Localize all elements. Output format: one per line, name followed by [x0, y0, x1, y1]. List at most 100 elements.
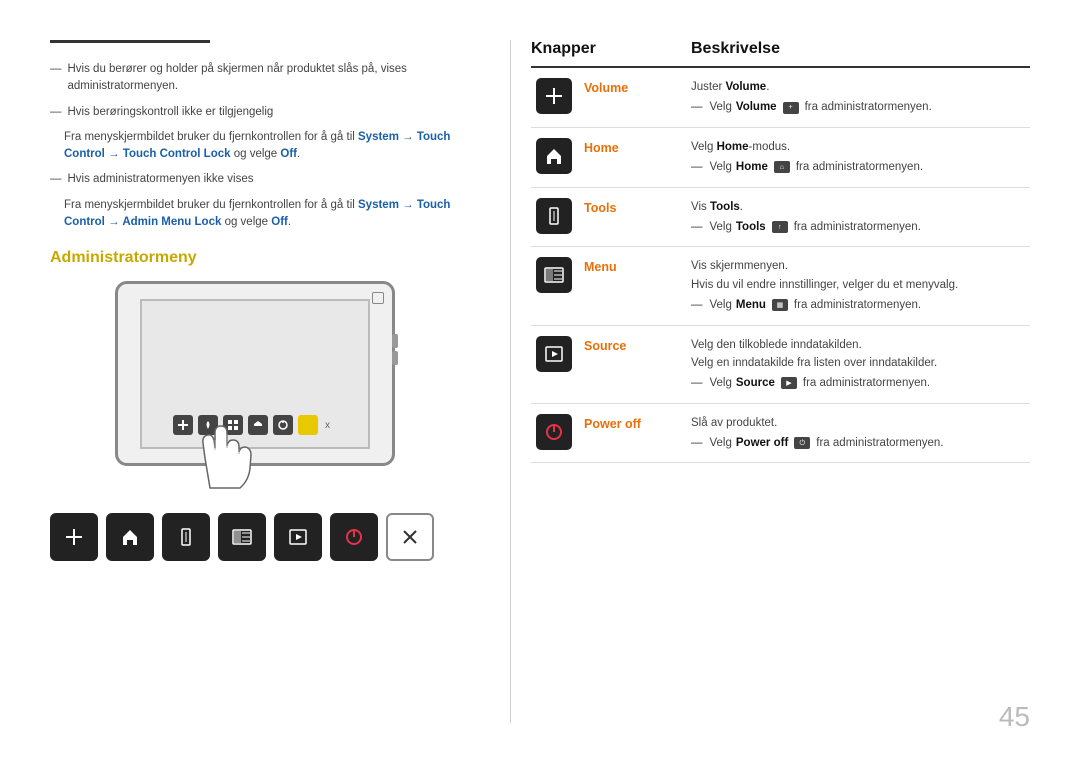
row-desc-tools: Vis Tools. — Velg Tools ↑ fra administra… — [691, 198, 1030, 237]
tools-bold-2: Tools — [736, 218, 766, 236]
menu-desc-sub: — Velg Menu ▦ fra administratormenyen. — [691, 296, 1030, 314]
menu-sub-dash: — — [691, 296, 703, 314]
row-icon-col-volume — [531, 78, 576, 114]
home-mini-icon: ⌂ — [774, 161, 790, 173]
bullet-dash-2: — — [50, 104, 62, 121]
home-label: Home — [584, 141, 619, 155]
bullet-text-3: Hvis administratormenyen ikke vises — [68, 171, 481, 188]
row-icon-col-home — [531, 138, 576, 174]
bar-btn-volume — [50, 513, 98, 561]
table-row-home: Home Velg Home-modus. — Velg Home ⌂ fra … — [531, 128, 1030, 188]
table-row-power: Power off Slå av produktet. — Velg Power… — [531, 404, 1030, 464]
row-name-volume: Volume — [576, 78, 691, 95]
row-desc-source: Velg den tilkoblede inndatakilden. Velg … — [691, 336, 1030, 393]
volume-desc-line1: Juster Volume. — [691, 78, 1030, 96]
home-bold-1: Home — [717, 141, 749, 153]
source-desc-line1: Velg den tilkoblede inndatakilden. — [691, 336, 1030, 354]
volume-label: Volume — [584, 81, 628, 95]
right-column: Knapper Beskrivelse Volume Juster Volume… — [510, 40, 1030, 723]
table-row-source: Source Velg den tilkoblede inndatakilden… — [531, 326, 1030, 404]
power-desc-sub: — Velg Power off ⏻ fra administratormeny… — [691, 434, 1030, 452]
row-desc-power: Slå av produktet. — Velg Power off ⏻ fra… — [691, 414, 1030, 453]
tools-label: Tools — [584, 201, 616, 215]
power-desc-line1: Slå av produktet. — [691, 414, 1030, 432]
menu-desc-line2: Hvis du vil endre innstillinger, velger … — [691, 276, 1030, 294]
bullet-item-3: — Hvis administratormenyen ikke vises — [50, 171, 480, 188]
source-desc-sub: — Velg Source ▶ fra administratormenyen. — [691, 374, 1030, 392]
row-name-power: Power off — [576, 414, 691, 431]
remote-icon-active — [298, 415, 318, 435]
volume-icon — [536, 78, 572, 114]
table-header: Knapper Beskrivelse — [531, 40, 1030, 68]
bar-btn-home — [106, 513, 154, 561]
link-off-1: Off — [280, 148, 297, 160]
home-icon — [536, 138, 572, 174]
row-icon-col-menu — [531, 257, 576, 293]
source-icon — [536, 336, 572, 372]
side-btn-1 — [392, 334, 398, 348]
table-row-volume: Volume Juster Volume. — Velg Volume + fr… — [531, 68, 1030, 128]
link-off-2: Off — [271, 216, 288, 228]
row-name-tools: Tools — [576, 198, 691, 215]
row-name-source: Source — [576, 336, 691, 353]
left-column: — Hvis du berører og holder på skjermen … — [50, 40, 510, 723]
bullet-dash-1: — — [50, 61, 62, 78]
home-desc-line1: Velg Home-modus. — [691, 138, 1030, 156]
tools-sub-dash: — — [691, 218, 703, 236]
bar-btn-menu — [218, 513, 266, 561]
bullet-text-1: Hvis du berører og holder på skjermen nå… — [68, 61, 481, 96]
page-number: 45 — [999, 701, 1030, 733]
row-desc-home: Velg Home-modus. — Velg Home ⌂ fra admin… — [691, 138, 1030, 177]
bullet-item-3-detail: Fra menyskjermbildet bruker du fjernkont… — [50, 197, 480, 232]
volume-bold-2: Volume — [736, 98, 777, 116]
power-bold-2: Power off — [736, 434, 788, 452]
power-label: Power off — [584, 417, 641, 431]
link-system-admin: System → Touch Control → Admin Menu Lock — [64, 199, 450, 228]
power-mini-icon: ⏻ — [794, 437, 810, 449]
bottom-bar — [50, 513, 480, 561]
table-row-tools: Tools Vis Tools. — Velg Tools ↑ fra admi… — [531, 188, 1030, 248]
section-title-admin: Administratormeny — [50, 249, 480, 267]
power-icon — [536, 414, 572, 450]
col-buttons-header: Knapper — [531, 40, 691, 58]
source-mini-icon: ▶ — [781, 377, 797, 389]
source-sub-dash: — — [691, 374, 703, 392]
volume-sub-dash: — — [691, 98, 703, 116]
home-desc-sub: — Velg Home ⌂ fra administratormenyen. — [691, 158, 1030, 176]
source-bold-2: Source — [736, 374, 775, 392]
device-illustration: x — [95, 281, 435, 501]
home-bold-2: Home — [736, 158, 768, 176]
menu-bold-2: Menu — [736, 296, 766, 314]
bullet-detail-3: Fra menyskjermbildet bruker du fjernkont… — [64, 197, 480, 232]
bar-btn-power — [330, 513, 378, 561]
bar-btn-source — [274, 513, 322, 561]
source-desc-line2: Velg en inndatakilde fra listen over inn… — [691, 354, 1030, 372]
link-system-touch: System → Touch Control → Touch Control L… — [64, 131, 450, 160]
tools-bold-1: Tools — [710, 201, 740, 213]
bar-btn-tools — [162, 513, 210, 561]
tools-mini-icon: ↑ — [772, 221, 788, 233]
bullet-item-2: — Hvis berøringskontroll ikke er tilgjen… — [50, 104, 480, 121]
menu-mini-icon: ▦ — [772, 299, 788, 311]
side-btn-2 — [392, 351, 398, 365]
row-desc-volume: Juster Volume. — Velg Volume + fra admin… — [691, 78, 1030, 117]
top-line-decoration — [50, 40, 210, 43]
tablet-side-buttons — [392, 334, 398, 365]
menu-desc-line1: Vis skjermmenyen. — [691, 257, 1030, 275]
table-row-menu: Menu Vis skjermmenyen. Hvis du vil endre… — [531, 247, 1030, 325]
menu-icon — [536, 257, 572, 293]
bullet-section-1: — Hvis du berører og holder på skjermen … — [50, 61, 480, 231]
volume-bold-1: Volume — [726, 81, 767, 93]
row-desc-menu: Vis skjermmenyen. Hvis du vil endre inns… — [691, 257, 1030, 314]
home-sub-dash: — — [691, 158, 703, 176]
bullet-dash-3: — — [50, 171, 62, 188]
tools-icon — [536, 198, 572, 234]
bullet-item-1: — Hvis du berører og holder på skjermen … — [50, 61, 480, 96]
source-label: Source — [584, 339, 626, 353]
volume-desc-sub: — Velg Volume + fra administratormenyen. — [691, 98, 1030, 116]
row-icon-col-source — [531, 336, 576, 372]
menu-label: Menu — [584, 260, 617, 274]
remote-text: x — [325, 420, 330, 431]
hand-illustration — [155, 398, 275, 501]
volume-mini-icon: + — [783, 102, 799, 114]
